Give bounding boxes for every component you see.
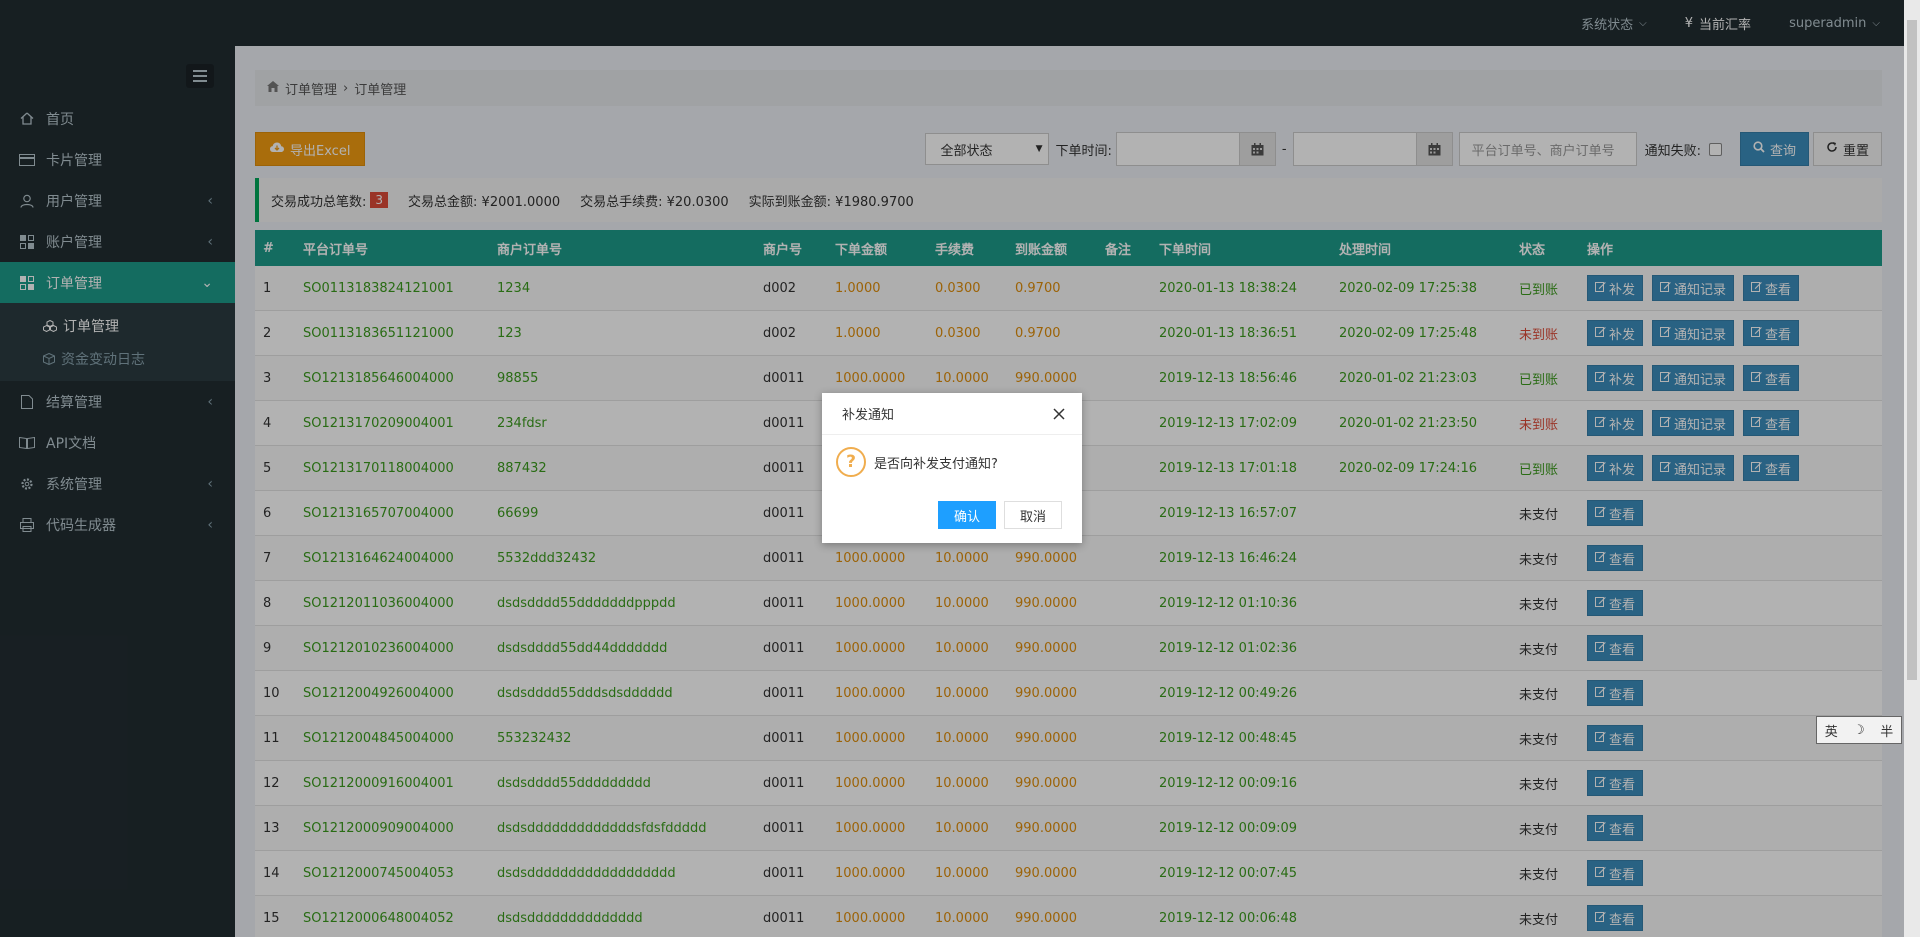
question-icon: ? [836,447,866,477]
confirm-button[interactable]: 确认 [938,501,996,529]
ime-toolbar[interactable]: 英 ☽ 半 [1816,716,1902,744]
dialog-buttons: 确认 取消 [938,501,1062,529]
dialog-header: 补发通知 [822,393,1082,435]
dialog-title: 补发通知 [842,408,895,423]
close-icon[interactable] [1050,405,1068,423]
cancel-button[interactable]: 取消 [1004,501,1062,529]
dialog-message: 是否向补发支付通知? [874,456,998,472]
reissue-notify-dialog: 补发通知 ? 是否向补发支付通知? 确认 取消 [822,393,1082,543]
page-scrollbar[interactable] [1904,0,1920,937]
ime-mode: 英 [1824,724,1838,740]
scrollbar-thumb[interactable] [1907,20,1917,680]
dialog-body: ? 是否向补发支付通知? [822,435,1082,489]
moon-icon: ☽ [1853,722,1865,738]
ime-half: 半 [1880,724,1894,740]
